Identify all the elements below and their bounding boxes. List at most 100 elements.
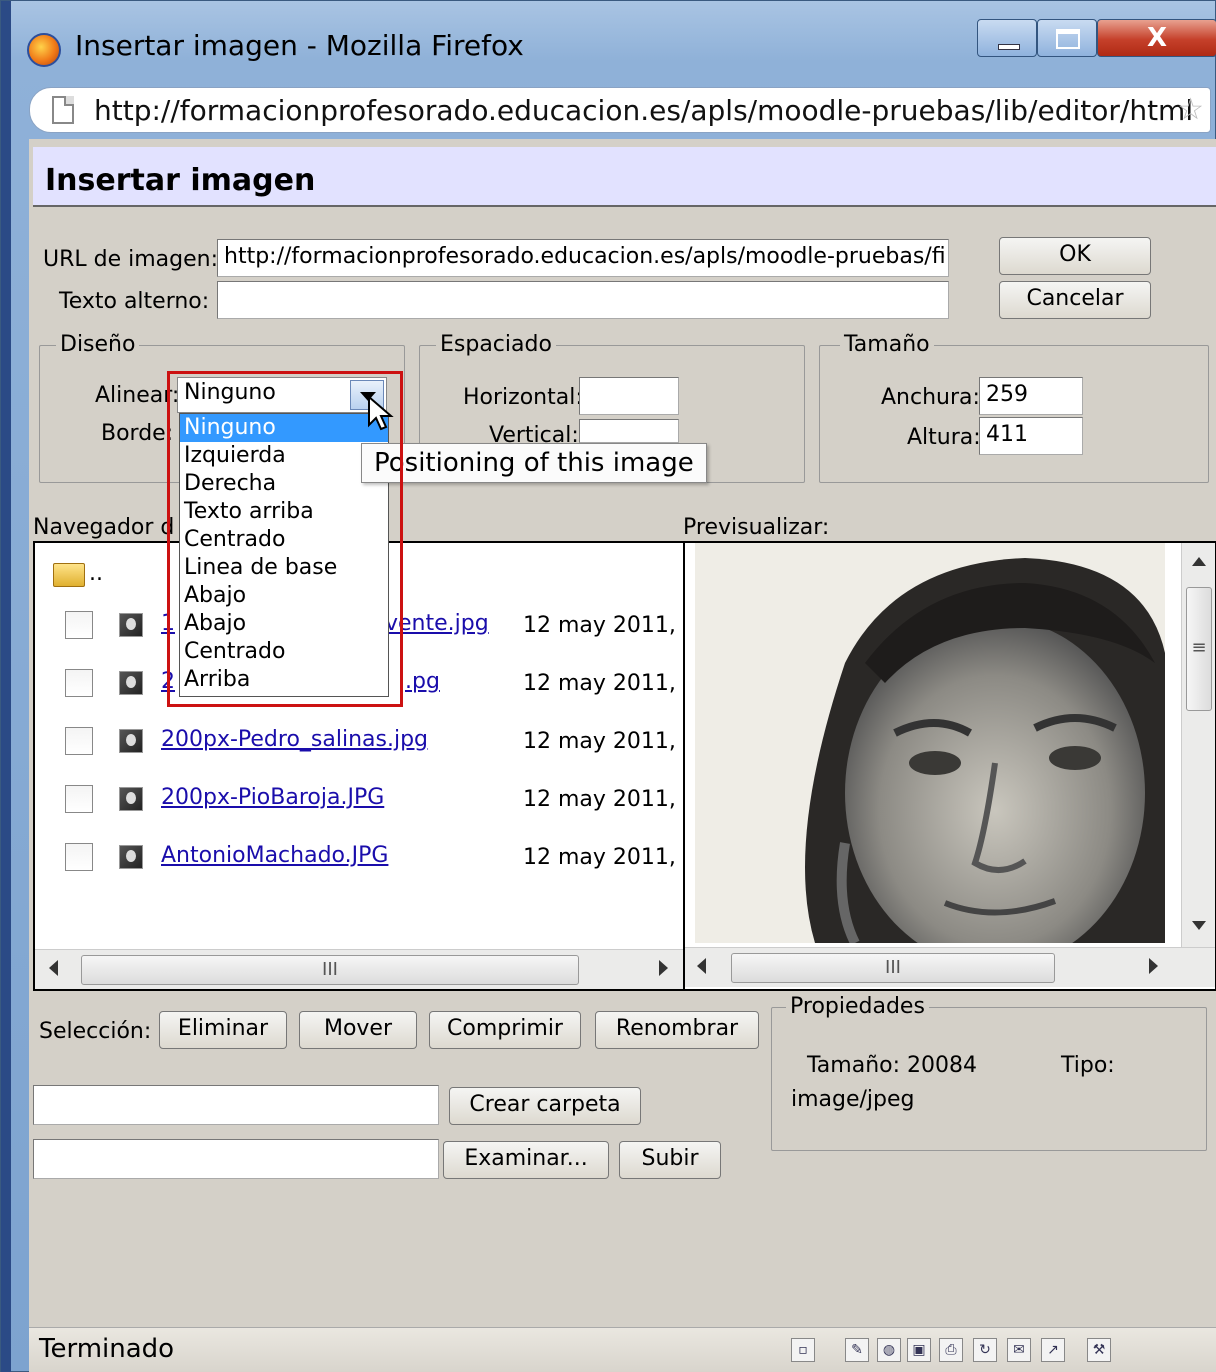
file-checkbox[interactable] xyxy=(65,669,93,697)
pencil-icon[interactable]: ✎ xyxy=(845,1338,869,1362)
scroll-thumb[interactable]: III xyxy=(731,953,1055,983)
align-option-izquierda[interactable]: Izquierda xyxy=(180,442,388,470)
browse-button[interactable]: Examinar... xyxy=(443,1141,609,1179)
image-url-input[interactable]: http://formacionprofesorado.educacion.es… xyxy=(217,239,949,277)
print-icon[interactable]: ⎙ xyxy=(939,1338,963,1362)
align-option-ninguno[interactable]: Ninguno xyxy=(180,414,388,442)
align-option-arriba[interactable]: Arriba xyxy=(180,666,388,694)
file-type-value: image/jpeg xyxy=(791,1087,915,1112)
file-link[interactable]: 2 xyxy=(161,669,175,694)
file-link[interactable]: AntonioMachado.JPG xyxy=(161,843,388,868)
parent-folder-icon[interactable] xyxy=(53,563,85,587)
file-date: 12 may 2011, xyxy=(523,729,676,754)
bookmark-star-icon[interactable]: ☆ xyxy=(1177,92,1204,127)
status-bar: Terminado ▫ ✎ ◍ ▣ ⎙ ↻ ✉ ↗ ⚒ xyxy=(29,1327,1216,1372)
ok-button[interactable]: OK xyxy=(999,237,1151,275)
move-button[interactable]: Mover xyxy=(299,1011,417,1049)
mail-icon[interactable]: ✉ xyxy=(1007,1338,1031,1362)
delete-button[interactable]: Eliminar xyxy=(159,1011,287,1049)
cancel-button[interactable]: Cancelar xyxy=(999,281,1151,319)
tools-icon[interactable]: ⚒ xyxy=(1087,1338,1111,1362)
file-checkbox[interactable] xyxy=(65,843,93,871)
height-input[interactable]: 411 xyxy=(979,417,1083,455)
selection-label: Selección: xyxy=(39,1019,152,1044)
align-option-abajo-2[interactable]: Abajo xyxy=(180,610,388,638)
file-date: 12 may 2011, xyxy=(523,613,676,638)
preview-horizontal-scrollbar[interactable]: III xyxy=(685,947,1215,987)
align-option-derecha[interactable]: Derecha xyxy=(180,470,388,498)
image-file-icon xyxy=(119,671,143,695)
chart-icon[interactable]: ↗ xyxy=(1041,1338,1065,1362)
file-date: 12 may 2011, xyxy=(523,787,676,812)
save-icon[interactable]: ▣ xyxy=(907,1338,931,1362)
align-option-texto-arriba[interactable]: Texto arriba xyxy=(180,498,388,526)
size-legend: Tamaño xyxy=(840,332,934,357)
scroll-down-icon[interactable] xyxy=(1192,921,1206,930)
close-icon: X xyxy=(1146,23,1168,53)
file-row: 200px-PioBaroja.JPG 12 may 2011, xyxy=(35,781,683,821)
vertical-label: Vertical: xyxy=(489,423,579,443)
parent-dir-link[interactable]: .. xyxy=(89,561,103,586)
browser-label: Navegador d xyxy=(33,515,175,540)
align-select[interactable]: Ninguno xyxy=(177,377,387,413)
file-checkbox[interactable] xyxy=(65,727,93,755)
rename-button[interactable]: Renombrar xyxy=(595,1011,759,1049)
align-option-abajo[interactable]: Abajo xyxy=(180,582,388,610)
new-folder-input[interactable] xyxy=(33,1085,439,1125)
minimize-icon xyxy=(998,44,1020,50)
scroll-left-icon[interactable] xyxy=(697,958,706,974)
portrait-image xyxy=(695,543,1165,943)
url-bar[interactable]: http://formacionprofesorado.educacion.es… xyxy=(29,87,1211,133)
image-file-icon xyxy=(119,613,143,637)
url-text[interactable]: http://formacionprofesorado.educacion.es… xyxy=(94,94,1193,127)
minimize-button[interactable] xyxy=(977,19,1037,57)
file-size: Tamaño: 20084 xyxy=(807,1053,977,1078)
file-checkbox[interactable] xyxy=(65,785,93,813)
properties-legend: Propiedades xyxy=(786,994,929,1019)
create-folder-button[interactable]: Crear carpeta xyxy=(449,1087,641,1125)
upload-button[interactable]: Subir xyxy=(619,1141,721,1179)
preview-vertical-scrollbar[interactable]: ≡ xyxy=(1181,543,1215,947)
alt-text-label: Texto alterno: xyxy=(59,289,210,314)
image-file-icon xyxy=(119,845,143,869)
file-link-tail[interactable]: .pg xyxy=(405,669,440,694)
scroll-up-icon[interactable] xyxy=(1192,557,1206,566)
maximize-button[interactable] xyxy=(1037,19,1097,57)
preview-label: Previsualizar: xyxy=(683,515,830,540)
align-dropdown-list[interactable]: Ninguno Izquierda Derecha Texto arriba C… xyxy=(179,413,389,697)
close-button[interactable]: X xyxy=(1097,19,1216,57)
scroll-thumb[interactable]: III xyxy=(81,955,579,985)
scroll-left-icon[interactable] xyxy=(49,960,58,976)
alt-text-input[interactable] xyxy=(217,281,949,319)
globe-icon[interactable]: ◍ xyxy=(877,1338,901,1362)
design-legend: Diseño xyxy=(56,332,140,357)
firefox-icon xyxy=(27,33,61,67)
file-link-tail[interactable]: vente.jpg xyxy=(385,611,489,636)
vertical-input[interactable] xyxy=(579,419,679,443)
align-option-centrado-2[interactable]: Centrado xyxy=(180,638,388,666)
align-option-centrado[interactable]: Centrado xyxy=(180,526,388,554)
scroll-right-icon[interactable] xyxy=(659,960,668,976)
width-input[interactable]: 259 xyxy=(979,377,1083,415)
dialog-content: Insertar imagen URL de imagen: http://fo… xyxy=(29,139,1216,1327)
compress-button[interactable]: Comprimir xyxy=(429,1011,581,1049)
file-link[interactable]: 1 xyxy=(161,611,175,636)
image-file-icon xyxy=(119,787,143,811)
refresh-icon[interactable]: ↻ xyxy=(973,1338,997,1362)
dialog-header: Insertar imagen xyxy=(33,147,1216,207)
page-icon[interactable]: ▫ xyxy=(791,1338,815,1362)
browser-horizontal-scrollbar[interactable]: III xyxy=(35,949,683,989)
tooltip: Positioning of this image xyxy=(361,443,707,483)
file-date: 12 may 2011, xyxy=(523,671,676,696)
file-link[interactable]: 200px-Pedro_salinas.jpg xyxy=(161,727,428,752)
horizontal-input[interactable] xyxy=(579,377,679,415)
page-icon xyxy=(52,96,74,124)
border-label: Borde: xyxy=(101,421,174,446)
file-link[interactable]: 200px-PioBaroja.JPG xyxy=(161,785,384,810)
align-option-linea-de-base[interactable]: Linea de base xyxy=(180,554,388,582)
file-checkbox[interactable] xyxy=(65,611,93,639)
scroll-right-icon[interactable] xyxy=(1149,958,1158,974)
upload-file-input[interactable] xyxy=(33,1139,439,1179)
scroll-thumb[interactable]: ≡ xyxy=(1186,587,1212,711)
align-select-value: Ninguno xyxy=(184,380,276,405)
